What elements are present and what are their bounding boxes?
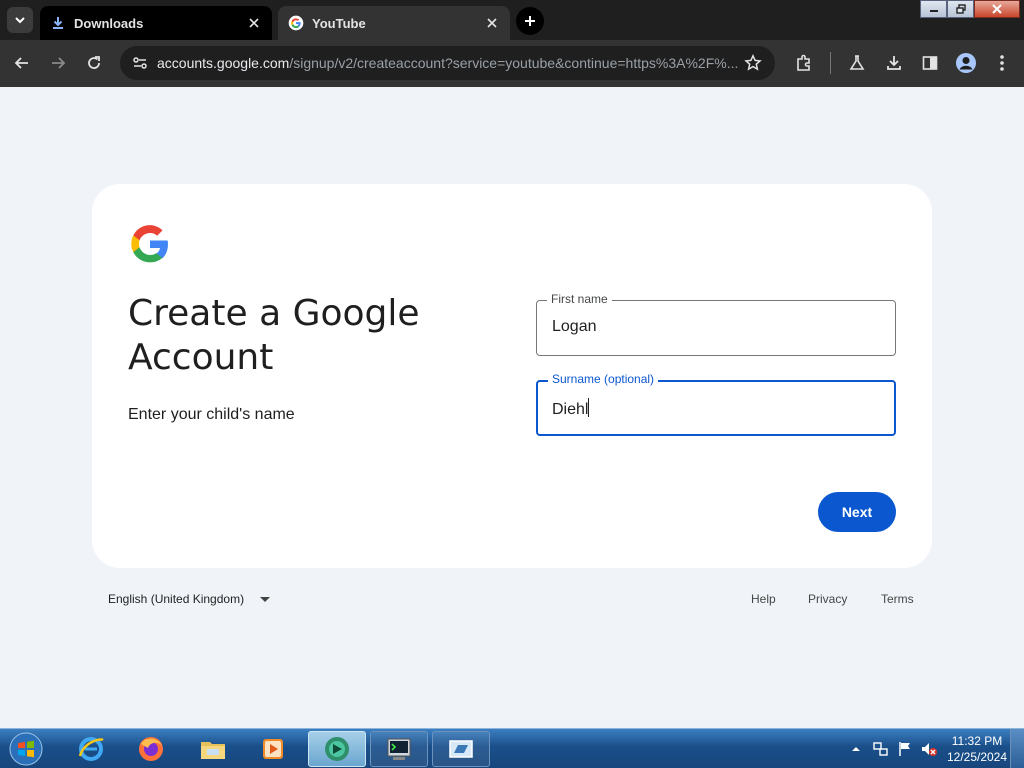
site-info-icon[interactable] bbox=[128, 51, 152, 75]
minimize-button[interactable] bbox=[920, 0, 947, 18]
restore-button[interactable] bbox=[947, 0, 974, 18]
signup-card: Create a Google Account Enter your child… bbox=[92, 184, 932, 568]
close-icon bbox=[992, 4, 1002, 14]
minimize-icon bbox=[929, 10, 938, 12]
arrow-right-icon bbox=[52, 57, 66, 69]
next-button[interactable]: Next bbox=[818, 492, 896, 532]
file-explorer-icon bbox=[201, 742, 225, 759]
new-tab-button[interactable] bbox=[516, 7, 544, 35]
terms-link[interactable]: Terms bbox=[881, 592, 914, 606]
first-name-field[interactable]: First name Logan bbox=[536, 292, 896, 356]
browser-toolbar: accounts.google.com/signup/v2/createacco… bbox=[0, 40, 1024, 87]
tab-youtube[interactable]: YouTube bbox=[278, 6, 510, 40]
taskbar-media-player[interactable] bbox=[244, 731, 302, 767]
dropdown-arrow-icon bbox=[260, 596, 271, 602]
page-title: Create a Google Account bbox=[128, 293, 420, 378]
system-clock[interactable]: 11:32 PM 12/25/2024 bbox=[944, 733, 1010, 765]
url-text: accounts.google.com/signup/v2/createacco… bbox=[157, 55, 740, 71]
extensions-button[interactable] bbox=[792, 51, 816, 75]
google-g-icon bbox=[288, 15, 304, 31]
help-link[interactable]: Help bbox=[751, 592, 776, 606]
taskbar-firefox[interactable] bbox=[122, 731, 180, 767]
side-panel-button[interactable] bbox=[918, 51, 942, 75]
tab-downloads[interactable]: Downloads bbox=[40, 6, 272, 40]
first-name-value: Logan bbox=[552, 318, 597, 335]
language-selector[interactable]: English (United Kingdom) bbox=[108, 592, 271, 606]
app-window-icon bbox=[449, 740, 473, 758]
surname-value-wrap: Diehl bbox=[552, 398, 590, 419]
windows-start-icon bbox=[9, 732, 43, 766]
profile-button[interactable] bbox=[954, 51, 978, 75]
tab-strip: Downloads YouTube bbox=[0, 0, 1024, 40]
taskbar-active-app[interactable] bbox=[308, 731, 366, 767]
puzzle-icon bbox=[797, 54, 810, 71]
start-button[interactable] bbox=[4, 731, 48, 767]
taskbar: 11:32 PM 12/25/2024 bbox=[0, 728, 1024, 768]
toolbar-separator bbox=[830, 52, 831, 74]
firefox-icon bbox=[139, 737, 163, 761]
tab-title: Downloads bbox=[74, 15, 144, 31]
download-icon bbox=[50, 15, 66, 31]
system-tray: 11:32 PM 12/25/2024 bbox=[848, 729, 1024, 768]
google-logo-icon bbox=[131, 225, 168, 263]
surname-label: Surname (optional) bbox=[548, 372, 659, 386]
taskbar-internet-explorer[interactable] bbox=[62, 731, 120, 767]
chevron-down-icon bbox=[15, 17, 25, 24]
show-hidden-icons-icon[interactable] bbox=[848, 741, 864, 757]
back-button[interactable] bbox=[10, 51, 34, 75]
arrow-left-icon bbox=[14, 57, 28, 69]
close-tab-icon[interactable] bbox=[246, 15, 262, 31]
taskbar-file-explorer[interactable] bbox=[184, 731, 242, 767]
side-panel-icon bbox=[922, 56, 938, 70]
surname-value: Diehl bbox=[552, 401, 589, 418]
language-label: English (United Kingdom) bbox=[108, 592, 245, 606]
clock-time: 11:32 PM bbox=[951, 734, 1003, 748]
first-name-label: First name bbox=[547, 292, 612, 306]
media-player-icon bbox=[263, 739, 283, 759]
kebab-menu-icon bbox=[1000, 55, 1004, 71]
close-tab-icon[interactable] bbox=[484, 15, 500, 31]
menu-button[interactable] bbox=[990, 51, 1014, 75]
show-desktop-button[interactable] bbox=[1010, 729, 1024, 768]
restore-icon bbox=[955, 4, 966, 14]
taskbar-terminal[interactable] bbox=[370, 731, 428, 767]
download-icon bbox=[887, 56, 901, 70]
internet-explorer-icon bbox=[78, 737, 104, 761]
tab-search-button[interactable] bbox=[7, 7, 33, 33]
terminal-icon bbox=[387, 738, 411, 760]
url-host: accounts.google.com bbox=[157, 55, 290, 71]
taskbar-app-window[interactable] bbox=[432, 731, 490, 767]
labs-button[interactable] bbox=[845, 51, 869, 75]
close-window-button[interactable] bbox=[974, 0, 1020, 18]
clock-date: 12/25/2024 bbox=[946, 750, 1008, 764]
tab-title: YouTube bbox=[312, 15, 366, 31]
reload-button[interactable] bbox=[82, 51, 106, 75]
page-subtitle: Enter your child's name bbox=[128, 406, 295, 423]
network-icon[interactable] bbox=[872, 740, 890, 758]
address-bar[interactable]: accounts.google.com/signup/v2/createacco… bbox=[120, 46, 775, 80]
surname-field[interactable]: Surname (optional) Diehl bbox=[536, 372, 896, 436]
reload-icon bbox=[88, 56, 100, 69]
volume-muted-icon[interactable] bbox=[920, 740, 938, 758]
bookmark-star-icon[interactable] bbox=[741, 51, 765, 75]
downloads-button[interactable] bbox=[882, 51, 906, 75]
privacy-link[interactable]: Privacy bbox=[808, 592, 847, 606]
url-path: /signup/v2/createaccount?service=youtube… bbox=[289, 55, 739, 71]
flask-icon bbox=[849, 55, 865, 70]
forward-button[interactable] bbox=[46, 51, 70, 75]
app-green-icon bbox=[325, 737, 349, 761]
avatar-icon bbox=[956, 53, 976, 73]
plus-icon bbox=[525, 16, 535, 26]
window-controls bbox=[920, 0, 1020, 18]
action-center-flag-icon[interactable] bbox=[896, 740, 914, 758]
text-caret bbox=[588, 398, 590, 417]
